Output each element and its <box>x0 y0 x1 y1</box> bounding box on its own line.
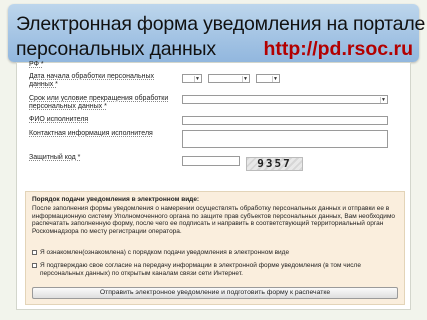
chevron-down-icon: ▼ <box>272 76 278 82</box>
banner-title-line1: Электронная форма уведомления на портале <box>16 13 426 35</box>
start-year-select[interactable]: ▼ <box>256 74 280 83</box>
executor-name-label: ФИО исполнителя <box>29 116 89 123</box>
executor-contact-label: Контактная информация исполнителя <box>29 130 153 137</box>
executor-contact-textarea[interactable] <box>182 130 388 148</box>
submit-notification-button[interactable]: Отправить электронное уведомление и подг… <box>32 287 398 299</box>
notification-form: РФ * Дата начала обработки персональных … <box>16 61 411 310</box>
submission-notice: Порядок подачи уведомления в электронном… <box>25 191 405 305</box>
start-month-select[interactable]: ▼ <box>208 74 250 83</box>
term-label-line2: персональных данных * <box>29 103 107 110</box>
captcha-input[interactable] <box>182 156 240 166</box>
notice-title: Порядок подачи уведомления в электронном… <box>32 196 200 203</box>
captcha-label: Защитный код * <box>29 154 81 161</box>
term-label-line1: Срок или условие прекращения обработки <box>29 95 169 102</box>
chevron-down-icon: ▼ <box>242 76 248 82</box>
banner-title-line2: персональных данных <box>16 38 216 60</box>
acknowledge-checkbox-label: Я ознакомлен(ознакомлена) с порядком под… <box>40 249 290 256</box>
term-select[interactable]: ▼ <box>182 95 388 104</box>
start-date-label-line1: Дата начала обработки персональных <box>29 73 155 80</box>
start-date-label-line2: данных * <box>29 81 58 88</box>
acknowledge-checkbox[interactable] <box>32 250 37 255</box>
captcha-image: 9357 <box>246 157 303 171</box>
start-day-select[interactable]: ▼ <box>182 74 202 83</box>
notice-body: После заполнения формы уведомления о нам… <box>32 205 396 235</box>
rf-label: РФ * <box>29 61 44 68</box>
banner-url: http://pd.rsoc.ru <box>263 38 414 60</box>
consent-checkbox[interactable] <box>32 263 37 268</box>
title-banner: Электронная форма уведомления на портале… <box>8 4 425 62</box>
consent-checkbox-label: Я подтверждаю свое согласие на передачу … <box>40 262 361 277</box>
chevron-down-icon: ▼ <box>380 97 386 103</box>
executor-name-input[interactable] <box>182 116 388 125</box>
chevron-down-icon: ▼ <box>194 76 200 82</box>
